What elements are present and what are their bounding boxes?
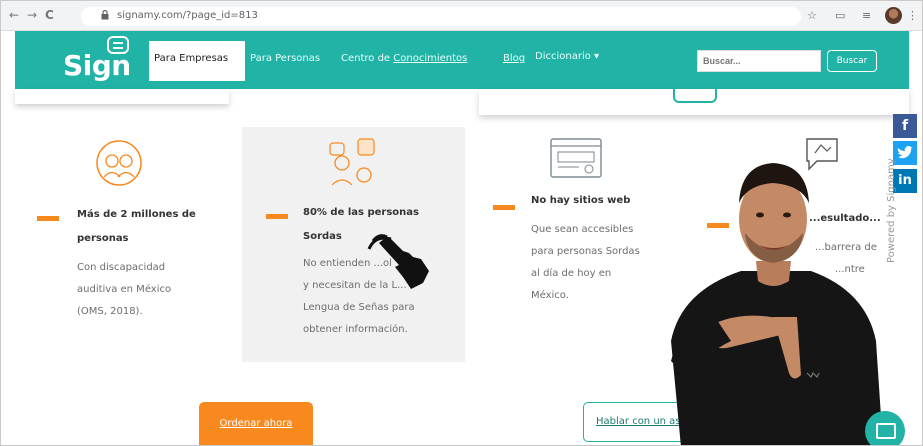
profile-avatar[interactable] <box>885 7 902 24</box>
feature-2-body-line4: obtener información. <box>303 324 408 335</box>
cast-icon[interactable]: ▭ <box>835 9 845 22</box>
powered-by-label[interactable]: Powered by Signamy <box>886 158 897 263</box>
nav-item-blog[interactable]: Blog <box>503 53 525 64</box>
accent-dash <box>37 216 59 221</box>
feature-2-title-line1: 80% de las personas <box>303 207 419 218</box>
reload-icon[interactable]: C <box>45 8 54 22</box>
card-fragment-button[interactable] <box>673 89 717 103</box>
hand-pointer-icon <box>367 234 429 289</box>
website-window-icon <box>550 138 602 178</box>
feature-1-title-line2: personas <box>77 233 129 244</box>
feature-1-title-line1: Más de 2 millones de <box>77 209 196 220</box>
feature-2-body-line3: Lengua de Señas para <box>303 302 415 313</box>
nav-item-personas[interactable]: Para Personas <box>250 53 320 64</box>
accent-dash <box>266 214 288 219</box>
site-navbar: Sign Para Empresas Para Personas Centro … <box>15 31 909 89</box>
media-icon[interactable]: ≡ <box>862 9 871 22</box>
browser-toolbar: ← → C signamy.com/?page_id=813 ☆ ▭ ≡ ⋮ <box>1 1 922 31</box>
nav-item-diccionario[interactable]: Diccionario ▾ <box>535 51 599 62</box>
people-faces-icon <box>96 140 142 186</box>
feature-3-body-line2: para personas Sordas <box>531 246 640 257</box>
forward-icon[interactable]: → <box>27 8 37 22</box>
star-icon[interactable]: ☆ <box>807 9 817 22</box>
feature-1-body-line3: (OMS, 2018). <box>77 306 143 317</box>
lock-icon <box>101 10 109 20</box>
twitter-bird-glyph <box>897 146 913 159</box>
facebook-icon[interactable]: f <box>893 114 917 138</box>
feature-column-3: No hay sitios web Que sean accesibles pa… <box>491 127 681 362</box>
nav-item-empresas-label: Para Empresas <box>154 53 229 64</box>
chat-mail-icon[interactable] <box>865 411 905 445</box>
search-button[interactable]: Buscar <box>827 50 877 72</box>
nav-item-centro-prefix: Centro de <box>341 53 394 64</box>
sign-language-interpreter <box>671 163 883 445</box>
feature-2-title-line2: Sordas <box>303 231 342 242</box>
browser-window: ← → C signamy.com/?page_id=813 ☆ ▭ ≡ ⋮ S… <box>0 0 923 446</box>
conversation-faces-icon <box>329 138 375 186</box>
nav-item-centro[interactable]: Centro de Conocimientos <box>341 53 467 64</box>
menu-icon[interactable]: ⋮ <box>907 9 918 22</box>
feature-3-title-line1: No hay sitios web <box>531 195 631 206</box>
feature-1-body-line2: auditiva en México <box>77 284 172 295</box>
feature-column-1: Más de 2 millones de personas Con discap… <box>37 127 231 362</box>
back-icon[interactable]: ← <box>9 8 19 22</box>
search-input[interactable] <box>697 50 821 72</box>
feature-3-body-line1: Que sean accesibles <box>531 224 634 235</box>
feature-column-2: 80% de las personas Sordas No entienden … <box>242 127 465 362</box>
card-fragment-left <box>15 89 229 104</box>
order-now-button[interactable]: Ordenar ahora <box>199 402 313 445</box>
logo-bubble-icon <box>107 36 129 54</box>
feature-3-body-line4: México. <box>531 290 569 301</box>
feature-3-body-line3: al día de hoy en <box>531 268 612 279</box>
accent-dash <box>493 205 515 210</box>
nav-item-centro-link: Conocimientos <box>393 53 468 64</box>
url-text: signamy.com/?page_id=813 <box>117 10 258 21</box>
feature-1-body-line1: Con discapacidad <box>77 262 166 273</box>
nav-item-empresas[interactable]: Para Empresas <box>149 41 245 81</box>
